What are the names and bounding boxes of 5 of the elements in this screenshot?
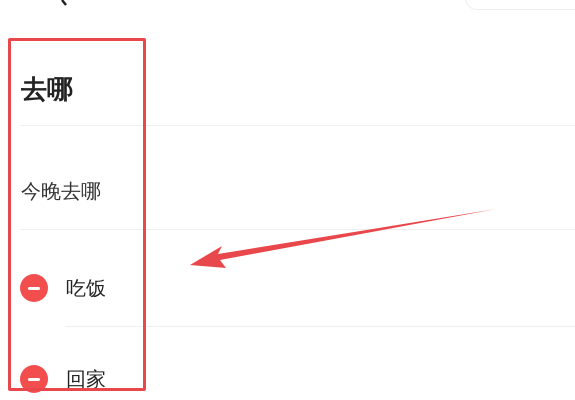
list-item-label: 回家 xyxy=(66,366,106,392)
field-label: 今晚去哪 xyxy=(21,178,102,204)
section-title: 去哪 xyxy=(21,74,74,107)
remove-icon[interactable] xyxy=(20,274,48,302)
list-item-label: 吃饭 xyxy=(66,275,106,301)
